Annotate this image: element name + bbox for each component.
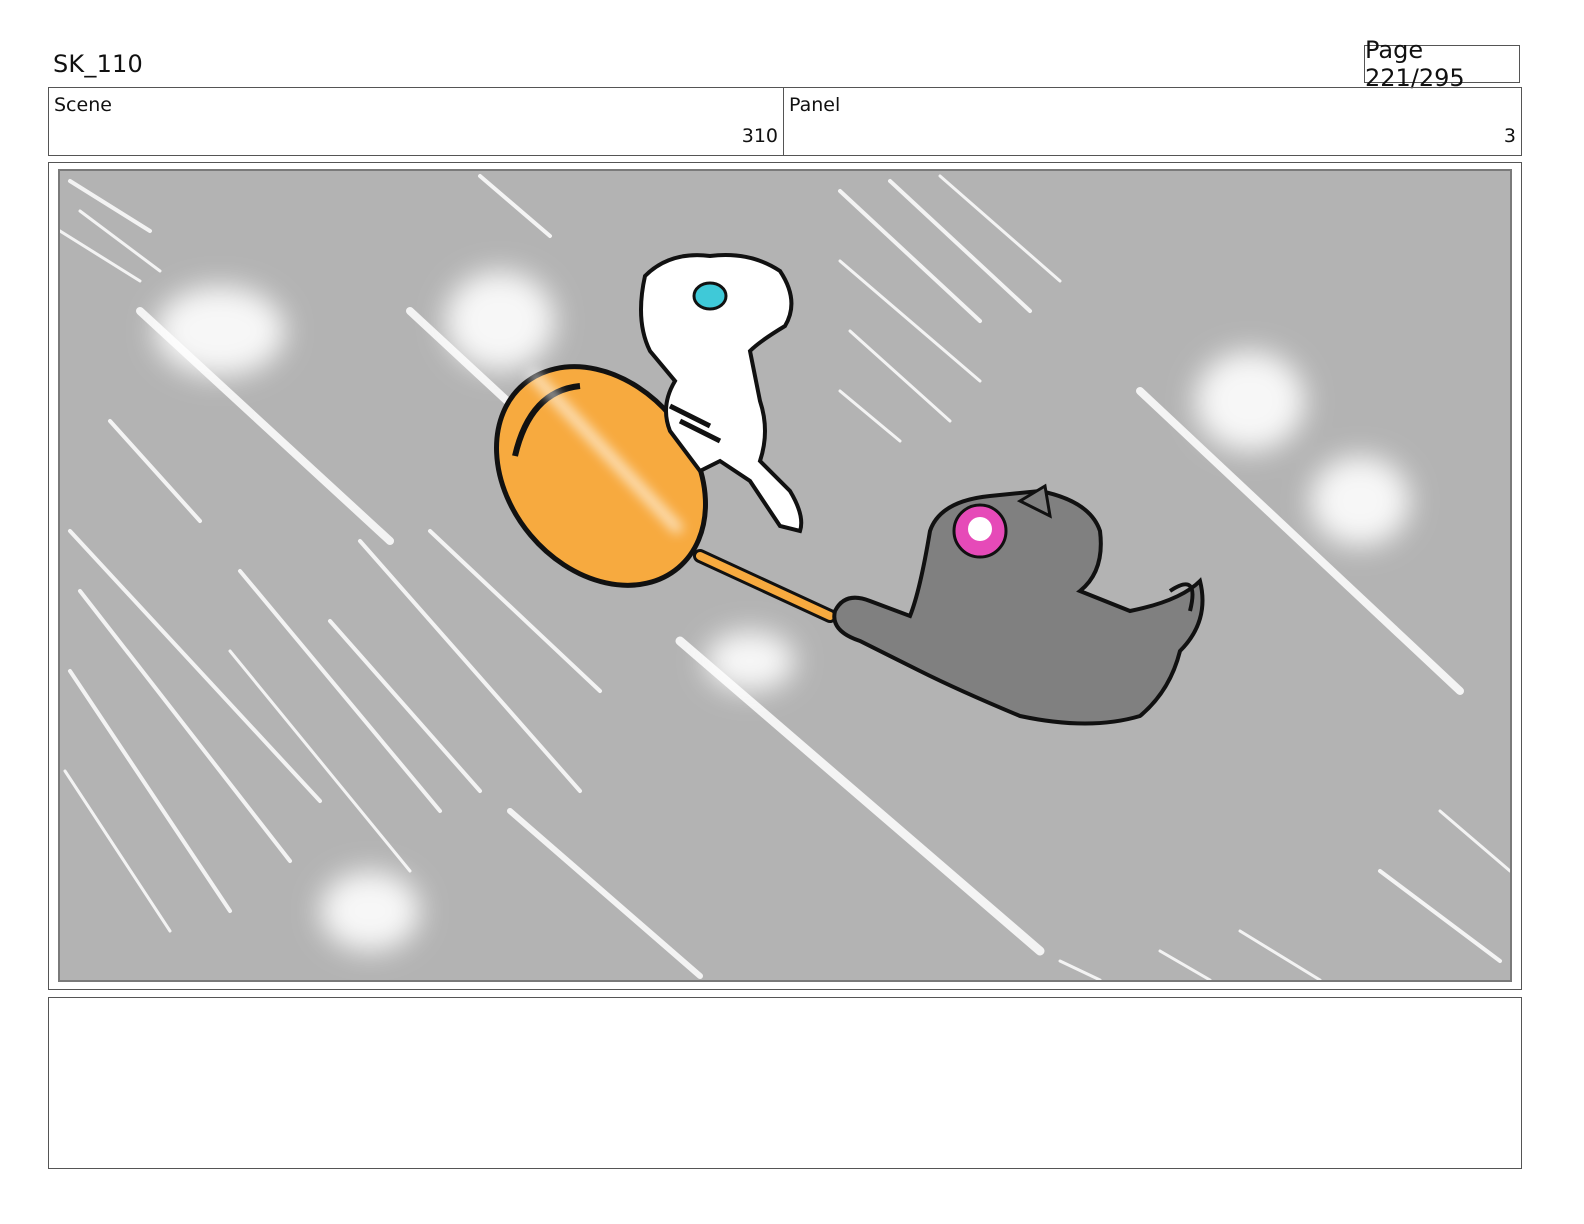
scene-number: 310 [741, 125, 778, 147]
panel-number: 3 [1503, 125, 1516, 147]
sketch-illustration [60, 171, 1510, 980]
storyboard-frame [48, 162, 1522, 990]
page-number: Page 221/295 [1364, 36, 1520, 92]
panel-label: Panel [789, 94, 841, 116]
storyboard-drawing [58, 169, 1512, 982]
panel-cell: Panel 3 [784, 88, 1521, 155]
notes-area [48, 997, 1522, 1169]
scene-panel-info: Scene 310 Panel 3 [48, 87, 1522, 156]
sheet-title: SK_110 [53, 50, 143, 78]
scene-label: Scene [54, 94, 112, 116]
scene-cell: Scene 310 [49, 88, 784, 155]
